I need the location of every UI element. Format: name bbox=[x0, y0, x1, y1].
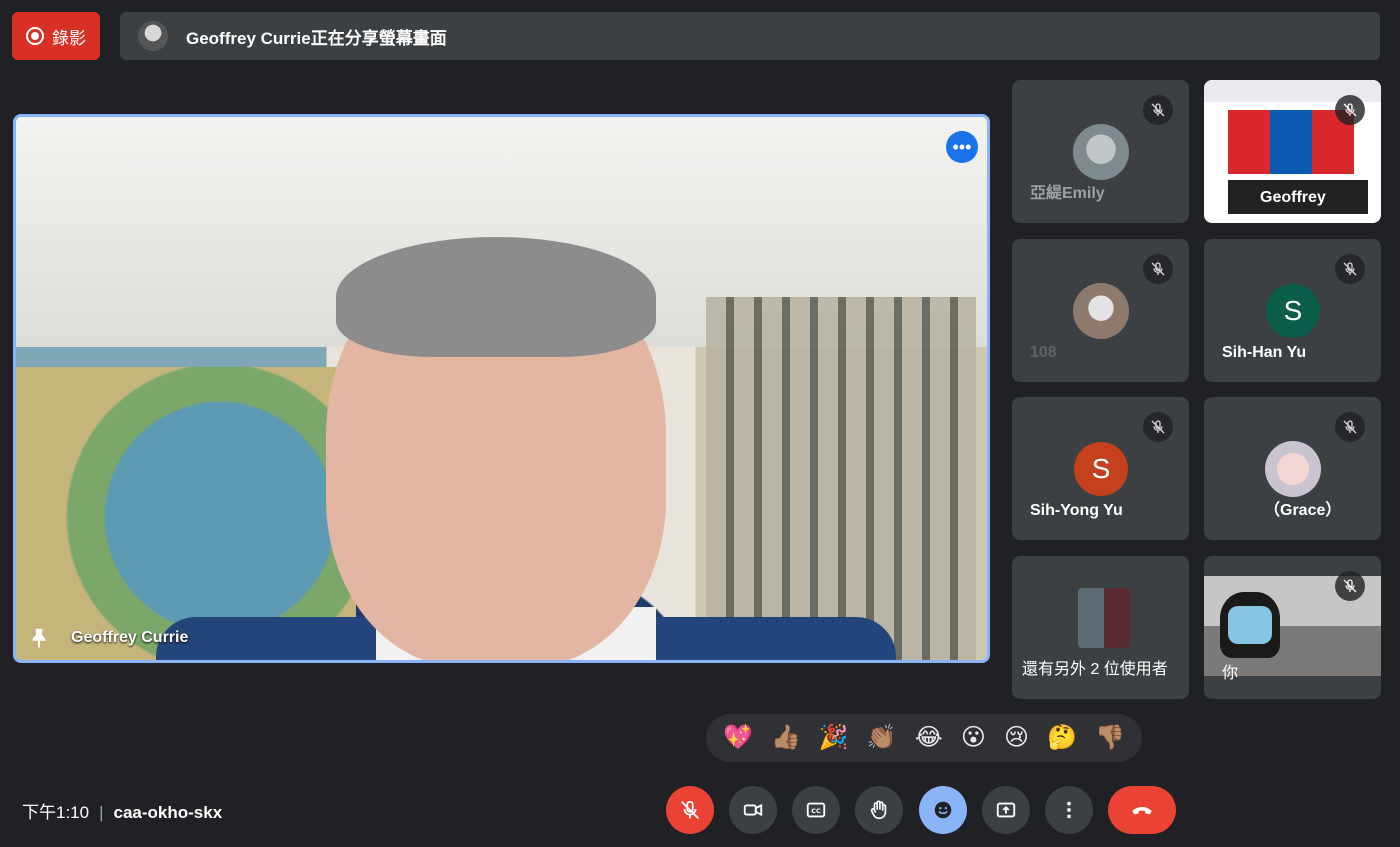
mic-toggle-button[interactable] bbox=[666, 786, 714, 834]
participant-tile[interactable]: S Sih-Han Yu bbox=[1204, 239, 1381, 382]
speaker-hair bbox=[336, 237, 656, 357]
meeting-time: 下午1:10 bbox=[22, 803, 90, 822]
shared-screen-flag bbox=[1228, 110, 1354, 174]
present-screen-button[interactable] bbox=[982, 786, 1030, 834]
mic-off-icon bbox=[681, 800, 699, 819]
hang-up-icon bbox=[1132, 807, 1152, 815]
mic-off-icon bbox=[1335, 571, 1365, 601]
reaction-thinking[interactable]: 🤔 bbox=[1047, 726, 1077, 750]
self-name: 你 bbox=[1222, 665, 1239, 682]
main-speaker-video[interactable]: ••• Geoffrey Currie bbox=[13, 114, 990, 663]
svg-text:CC: CC bbox=[811, 807, 821, 815]
mic-off-icon bbox=[1335, 95, 1365, 125]
meeting-code[interactable]: caa-okho-skx bbox=[114, 803, 223, 822]
participant-name: （Grace） bbox=[1264, 502, 1342, 519]
more-vertical-icon bbox=[1067, 801, 1071, 819]
more-participants-label: 還有另外 2 位使用者 bbox=[1022, 661, 1168, 678]
participant-tile[interactable]: 108 bbox=[1012, 239, 1189, 382]
more-options-button[interactable] bbox=[1045, 786, 1093, 834]
hand-icon bbox=[870, 800, 887, 820]
participant-avatar bbox=[1073, 283, 1129, 339]
participant-name: Geoffrey bbox=[1260, 189, 1326, 206]
present-icon bbox=[996, 802, 1016, 818]
camera-toggle-button[interactable] bbox=[729, 786, 777, 834]
more-participants-avatars bbox=[1078, 588, 1130, 648]
reactions-button[interactable] bbox=[919, 786, 967, 834]
emoji-icon bbox=[934, 801, 952, 819]
more-options-icon[interactable]: ••• bbox=[946, 131, 978, 163]
participant-name: 亞緹Emily bbox=[1030, 185, 1105, 202]
participant-avatar: S bbox=[1074, 442, 1128, 496]
main-speaker-name: Geoffrey Currie bbox=[71, 629, 189, 646]
reaction-party[interactable]: 🎉 bbox=[819, 726, 849, 750]
reaction-laugh[interactable]: 😂 bbox=[915, 726, 943, 750]
record-label: 錄影 bbox=[52, 28, 86, 48]
reaction-clap[interactable]: 👏🏽 bbox=[867, 726, 897, 750]
self-video-tile[interactable]: 你 bbox=[1204, 556, 1381, 699]
participant-name: Sih-Yong Yu bbox=[1030, 502, 1123, 519]
screen-share-banner[interactable]: Geoffrey Currie正在分享螢幕畫面 bbox=[120, 12, 1380, 60]
video-background-window bbox=[706, 297, 976, 660]
pin-icon[interactable] bbox=[28, 627, 50, 649]
participant-tile[interactable]: 亞緹Emily bbox=[1012, 80, 1189, 223]
reaction-heart[interactable]: 💖 bbox=[723, 726, 753, 750]
participant-tile[interactable]: （Grace） bbox=[1204, 397, 1381, 540]
participant-name: Sih-Han Yu bbox=[1222, 344, 1307, 361]
participant-avatar bbox=[1073, 124, 1129, 180]
reaction-sad[interactable]: 😢 bbox=[1004, 726, 1029, 750]
more-participants-tile[interactable]: 還有另外 2 位使用者 bbox=[1012, 556, 1189, 699]
record-button[interactable]: 錄影 bbox=[12, 12, 100, 60]
participant-tile[interactable]: S Sih-Yong Yu bbox=[1012, 397, 1189, 540]
presenter-avatar bbox=[138, 21, 168, 51]
leave-call-button[interactable] bbox=[1108, 786, 1176, 834]
participant-avatar bbox=[1265, 441, 1321, 497]
mic-off-icon bbox=[1335, 254, 1365, 284]
captions-button[interactable]: CC bbox=[792, 786, 840, 834]
reactions-bar: 💖 👍🏽 🎉 👏🏽 😂 😮 😢 🤔 👎🏽 bbox=[706, 714, 1142, 762]
self-video-mask bbox=[1228, 606, 1272, 644]
captions-icon: CC bbox=[806, 802, 826, 818]
reaction-surprised[interactable]: 😮 bbox=[961, 726, 986, 750]
record-icon bbox=[26, 27, 44, 45]
participant-tile-screen-share[interactable]: Geoffrey bbox=[1204, 80, 1381, 223]
raise-hand-button[interactable] bbox=[855, 786, 903, 834]
reaction-thumbs-down[interactable]: 👎🏽 bbox=[1095, 726, 1125, 750]
screen-share-text: Geoffrey Currie正在分享螢幕畫面 bbox=[186, 28, 447, 48]
mic-off-icon bbox=[1335, 412, 1365, 442]
meeting-info: 下午1:10 | caa-okho-skx bbox=[22, 798, 222, 823]
reaction-thumbs-up[interactable]: 👍🏽 bbox=[771, 726, 801, 750]
participant-avatar: S bbox=[1266, 284, 1320, 338]
participant-name: 108 bbox=[1030, 344, 1057, 361]
info-divider: | bbox=[99, 803, 104, 822]
mic-off-icon bbox=[1143, 412, 1173, 442]
camera-icon bbox=[743, 803, 763, 817]
mic-off-icon bbox=[1143, 95, 1173, 125]
mic-off-icon bbox=[1143, 254, 1173, 284]
